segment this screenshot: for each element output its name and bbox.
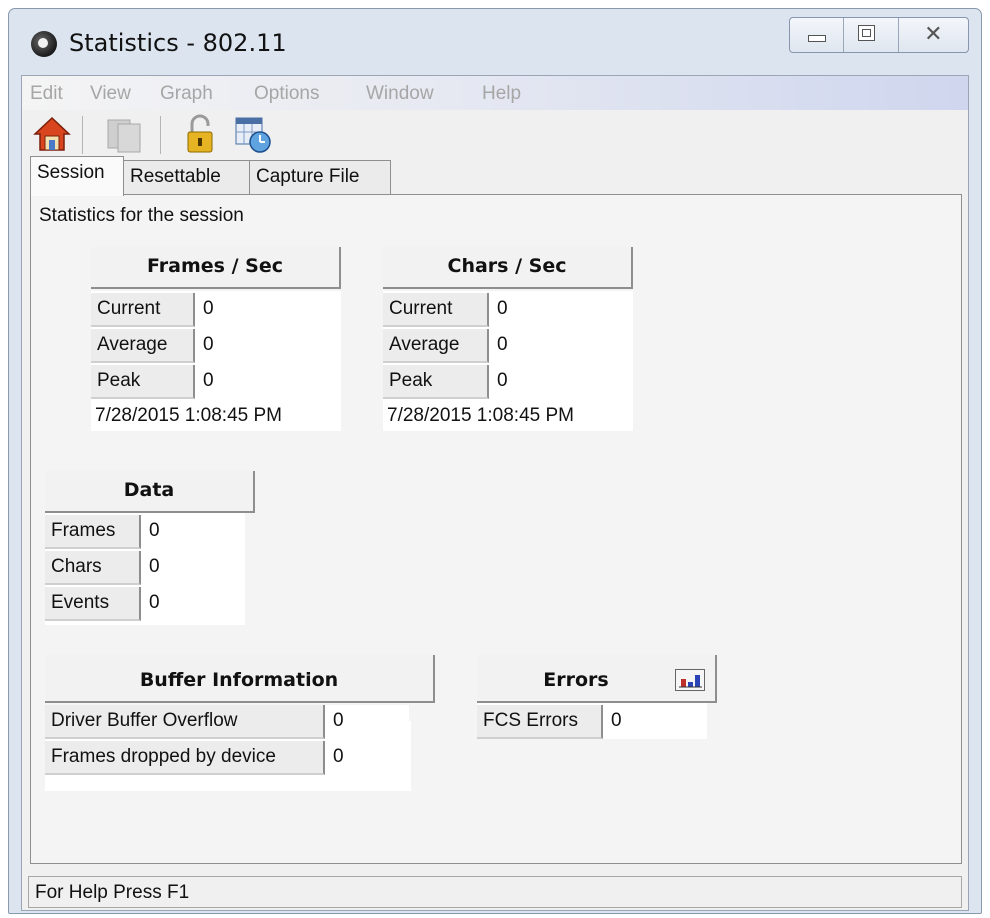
session-tab-panel: Statistics for the session Frames / Sec … — [30, 194, 962, 864]
data-header[interactable]: Data — [45, 471, 255, 513]
unlock-icon — [187, 114, 213, 153]
data-events-value: 0 — [141, 587, 245, 621]
toolbar-separator — [160, 116, 161, 154]
chars-sec-header[interactable]: Chars / Sec — [383, 247, 633, 289]
maximize-icon — [858, 25, 876, 41]
home-icon — [33, 116, 71, 151]
frames-current-label: Current — [91, 293, 195, 327]
driver-buffer-overflow-value: 0 — [325, 705, 409, 739]
tab-session[interactable]: Session — [30, 156, 124, 196]
chars-peak-value: 0 — [489, 365, 629, 399]
close-button[interactable]: ✕ — [899, 18, 968, 52]
status-text: For Help Press F1 — [28, 876, 962, 908]
data-events-label: Events — [45, 587, 141, 621]
data-chars-label: Chars — [45, 551, 141, 585]
menu-graph[interactable]: Graph — [160, 83, 213, 105]
frames-average-value: 0 — [195, 329, 335, 363]
tab-resettable[interactable]: Resettable — [123, 160, 250, 194]
buffer-header[interactable]: Buffer Information — [45, 655, 435, 703]
chars-average-value: 0 — [489, 329, 629, 363]
chars-peak-label: Peak — [383, 365, 489, 399]
client-area: Edit View Graph Options Window Help Sess… — [21, 75, 969, 911]
frames-current-value: 0 — [195, 293, 335, 327]
panel-description: Statistics for the session — [39, 205, 244, 226]
maximize-button[interactable] — [844, 18, 899, 52]
menu-options[interactable]: Options — [254, 83, 319, 105]
frames-timestamp: 7/28/2015 1:08:45 PM — [95, 405, 282, 426]
toolbar — [22, 110, 968, 160]
disabled-copy-icon — [107, 119, 141, 153]
caption-buttons: ✕ — [789, 17, 969, 53]
window-title: Statistics - 802.11 — [69, 29, 287, 57]
data-frames-value: 0 — [141, 515, 245, 549]
title-bar[interactable]: Statistics - 802.11 ✕ — [9, 9, 981, 83]
data-frames-label: Frames — [45, 515, 141, 549]
frames-dropped-value: 0 — [325, 741, 409, 775]
copy-button[interactable] — [102, 114, 142, 154]
fcs-errors-value: 0 — [603, 705, 707, 739]
bar-chart-icon — [679, 675, 702, 688]
statistics-window: Statistics - 802.11 ✕ Edit View Graph Op… — [8, 8, 982, 914]
menu-bar: Edit View Graph Options Window Help — [22, 76, 968, 110]
data-chars-value: 0 — [141, 551, 245, 585]
chars-current-label: Current — [383, 293, 489, 327]
calendar-clock-icon — [235, 117, 271, 153]
fcs-errors-label: FCS Errors — [477, 705, 603, 739]
chars-timestamp: 7/28/2015 1:08:45 PM — [387, 405, 574, 426]
frames-average-label: Average — [91, 329, 195, 363]
frames-peak-value: 0 — [195, 365, 335, 399]
frames-dropped-label: Frames dropped by device — [45, 741, 325, 775]
chars-average-label: Average — [383, 329, 489, 363]
menu-window[interactable]: Window — [366, 83, 434, 105]
chars-current-value: 0 — [489, 293, 629, 327]
driver-buffer-overflow-label: Driver Buffer Overflow — [45, 705, 325, 739]
menu-help[interactable]: Help — [482, 83, 521, 105]
minimize-button[interactable] — [790, 18, 845, 52]
errors-graph-button[interactable] — [675, 669, 705, 691]
menu-edit[interactable]: Edit — [30, 83, 63, 105]
tab-capture-file[interactable]: Capture File — [249, 160, 391, 194]
toolbar-separator — [82, 116, 83, 154]
menu-view[interactable]: View — [90, 83, 131, 105]
home-button[interactable] — [32, 114, 72, 154]
schedule-button[interactable] — [232, 114, 272, 154]
unlock-button[interactable] — [180, 114, 220, 154]
status-bar: For Help Press F1 — [22, 872, 968, 910]
close-icon: ✕ — [924, 21, 943, 46]
app-icon — [31, 31, 57, 57]
frames-peak-label: Peak — [91, 365, 195, 399]
frames-sec-header[interactable]: Frames / Sec — [91, 247, 341, 289]
minimize-icon — [808, 35, 826, 42]
